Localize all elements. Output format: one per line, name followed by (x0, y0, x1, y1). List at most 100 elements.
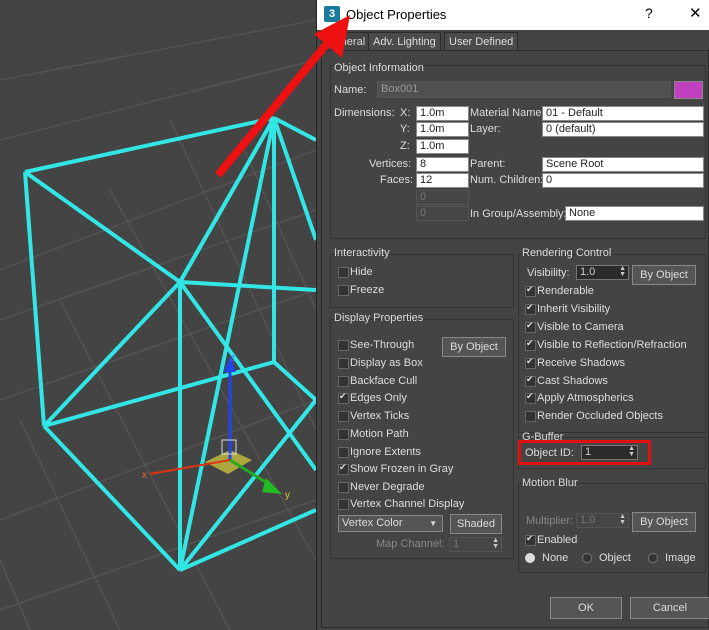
renderable-label: Renderable (537, 285, 594, 297)
material-name-label: Material Name: (470, 107, 545, 119)
rendering-control-header: Rendering Control (522, 247, 612, 259)
display-properties-header: Display Properties (334, 312, 424, 324)
renderable-checkbox[interactable] (525, 284, 536, 297)
chevron-down-icon: ▼ (429, 519, 437, 528)
never-degrade-checkbox[interactable] (338, 482, 349, 493)
freeze-label: Freeze (350, 284, 385, 296)
enabled-label: Enabled (537, 534, 578, 546)
interactivity-group (330, 254, 514, 308)
apply-atmospherics-checkbox[interactable] (525, 391, 536, 404)
display-by-object-button[interactable]: By Object (442, 337, 506, 357)
none-radio-label: None (542, 552, 569, 564)
visible-reflection-label: Visible to Reflection/Refraction (537, 339, 687, 351)
axis-y-label: y (285, 490, 290, 501)
backface-cull-checkbox[interactable] (338, 376, 349, 387)
dim-y-label: Y: (400, 123, 410, 135)
shaded-button[interactable]: Shaded (450, 514, 502, 534)
visible-reflection-checkbox[interactable] (525, 338, 536, 351)
edges-only-label: Edges Only (350, 392, 407, 404)
image-radio[interactable] (648, 553, 658, 563)
show-frozen-checkbox[interactable] (338, 462, 349, 475)
visibility-spinner[interactable]: 1.0 ▲ ▼ (576, 265, 629, 280)
inherit-visibility-label: Inherit Visibility (537, 303, 611, 315)
vertex-ticks-checkbox[interactable] (338, 411, 349, 422)
num-children-label: Num. Children: (470, 174, 544, 186)
object-radio[interactable] (582, 553, 592, 563)
viewport[interactable]: z x y (0, 0, 316, 630)
help-button[interactable]: ? (645, 5, 653, 21)
see-through-label: See-Through (350, 339, 415, 351)
show-frozen-label: Show Frozen in Gray (350, 463, 454, 475)
tab-adv-lighting[interactable]: Adv. Lighting (368, 32, 441, 51)
blank-value-1: 0 (416, 190, 469, 205)
parent-value: Scene Root (542, 157, 704, 172)
hide-label: Hide (350, 266, 373, 278)
object-properties-dialog: 3 Object Properties ? ✕ General Adv. Lig… (316, 0, 709, 630)
motion-blur-header: Motion Blur (522, 477, 578, 489)
object-id-highlight (518, 440, 651, 465)
dialog-title: Object Properties (346, 7, 447, 22)
render-occluded-checkbox[interactable] (525, 411, 536, 422)
title-bar[interactable]: 3 Object Properties ? ✕ (317, 0, 709, 30)
blank-value-2: 0 (416, 206, 469, 221)
dim-z-label: Z: (400, 140, 410, 152)
multiplier-value: 1.0 (580, 514, 596, 526)
edges-only-checkbox[interactable] (338, 391, 349, 404)
visible-to-camera-label: Visible to Camera (537, 321, 624, 333)
multiplier-spinner[interactable]: 1.0 ▲ ▼ (576, 513, 629, 528)
general-tab-panel: Object Information Name: Box001 Dimensio… (321, 50, 709, 628)
map-channel-spinner[interactable]: 1 ▲ ▼ (449, 537, 502, 552)
ok-button[interactable]: OK (550, 597, 622, 619)
motion-path-checkbox[interactable] (338, 429, 349, 440)
inherit-visibility-checkbox[interactable] (525, 302, 536, 315)
parent-label: Parent: (470, 158, 506, 170)
vertices-value: 8 (416, 157, 469, 172)
dim-x-value: 1.0m (416, 106, 469, 121)
see-through-checkbox[interactable] (338, 340, 349, 351)
dimensions-label: Dimensions: (334, 107, 395, 119)
none-radio[interactable] (525, 553, 535, 563)
ignore-extents-checkbox[interactable] (338, 447, 349, 458)
freeze-checkbox[interactable] (338, 285, 349, 296)
display-as-box-label: Display as Box (350, 357, 423, 369)
map-channel-label: Map Channel: (376, 538, 445, 550)
visibility-value: 1.0 (580, 266, 596, 278)
viewport-canvas: z x y (0, 19, 316, 630)
close-button[interactable]: ✕ (689, 4, 702, 22)
vertices-label: Vertices: (369, 158, 412, 170)
dim-x-label: X: (400, 107, 411, 119)
motion-blur-by-object-button[interactable]: By Object (632, 512, 696, 532)
image-radio-label: Image (665, 552, 696, 564)
visible-to-camera-checkbox[interactable] (525, 320, 536, 333)
render-occluded-label: Render Occluded Objects (537, 410, 663, 422)
cast-shadows-checkbox[interactable] (525, 374, 536, 387)
enabled-checkbox[interactable] (525, 533, 536, 546)
axis-z-label: z (230, 353, 235, 364)
receive-shadows-checkbox[interactable] (525, 356, 536, 369)
tab-general[interactable]: General (321, 32, 371, 52)
app-icon: 3 (324, 6, 340, 22)
never-degrade-label: Never Degrade (350, 481, 425, 493)
rendering-by-object-button[interactable]: By Object (632, 265, 696, 285)
dim-y-value: 1.0m (416, 122, 469, 137)
layer-value: 0 (default) (542, 122, 704, 137)
vertex-ticks-label: Vertex Ticks (350, 410, 410, 422)
name-field[interactable]: Box001 (377, 81, 671, 98)
axis-x-label: x (142, 470, 147, 481)
multiplier-label: Multiplier: (526, 515, 574, 527)
tab-user-defined[interactable]: User Defined (444, 32, 519, 51)
ignore-extents-label: Ignore Extents (350, 446, 421, 458)
faces-label: Faces: (380, 174, 414, 186)
object-color-swatch[interactable] (674, 81, 703, 99)
vertex-channel-checkbox[interactable] (338, 499, 349, 510)
backface-cull-label: Backface Cull (350, 375, 418, 387)
dim-z-value: 1.0m (416, 139, 469, 154)
hide-checkbox[interactable] (338, 267, 349, 278)
group-assembly-value: None (565, 206, 704, 221)
box-wireframe (23, 116, 316, 572)
spinner-arrows-icon: ▲ ▼ (619, 513, 626, 526)
display-as-box-checkbox[interactable] (338, 358, 349, 369)
faces-value: 12 (416, 173, 469, 188)
vertex-color-dropdown[interactable]: Vertex Color ▼ (338, 515, 443, 532)
cancel-button[interactable]: Cancel (630, 597, 709, 619)
